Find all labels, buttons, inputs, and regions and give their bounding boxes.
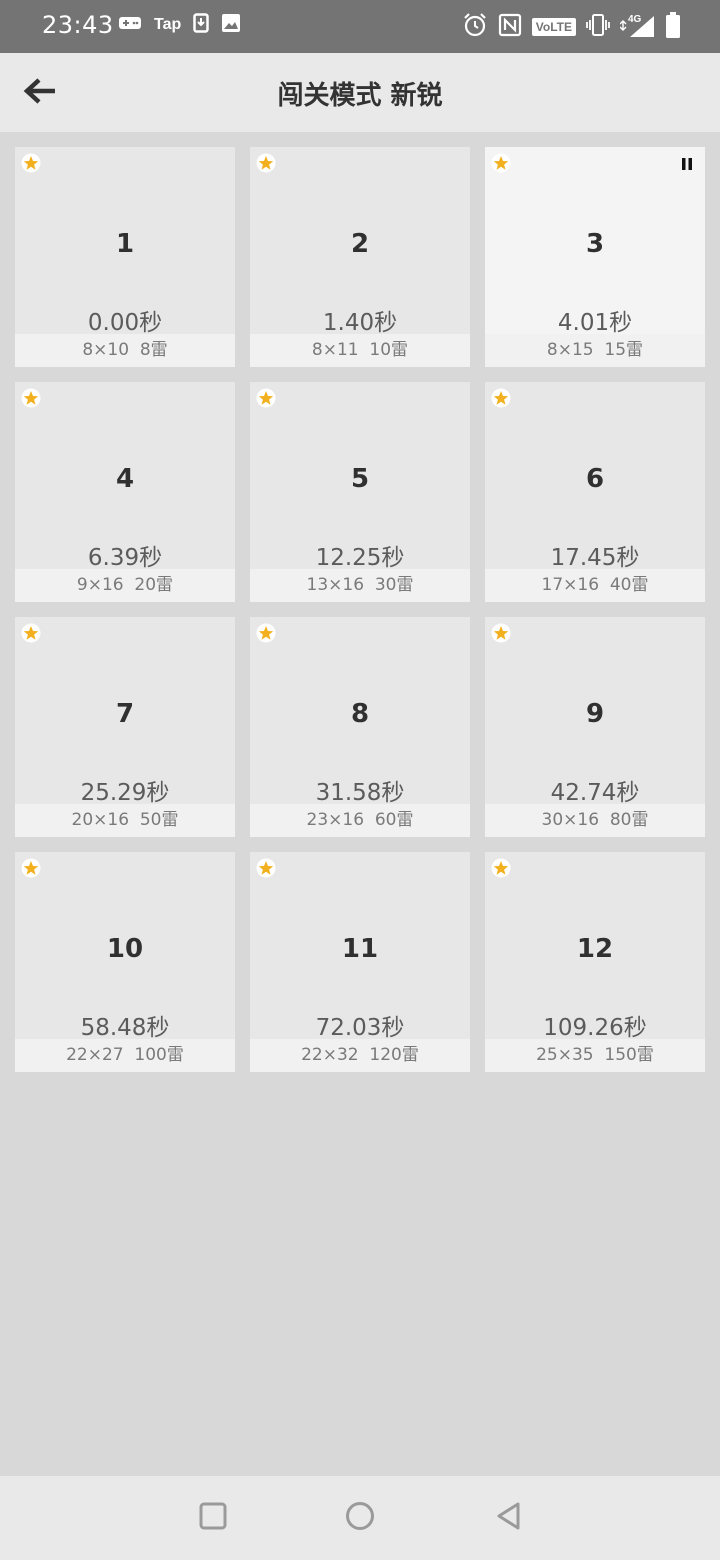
star-icon [491, 153, 511, 173]
level-number: 1 [115, 229, 135, 259]
recents-button[interactable] [195, 1500, 231, 1536]
nav-back-button[interactable] [490, 1500, 526, 1536]
level-board-info: 17×16 40雷 [485, 569, 705, 602]
level-best-time: 25.29秒 [80, 780, 170, 806]
level-card-2[interactable]: 2 1.40秒 8×11 10雷 [250, 147, 470, 367]
star-icon [256, 388, 276, 408]
level-card-5[interactable]: 5 12.25秒 13×16 30雷 [250, 382, 470, 602]
image-icon [221, 13, 241, 37]
status-notification-icons: Tap [118, 13, 241, 37]
status-system-icons: VoLTE 4G [462, 12, 680, 42]
level-board-info: 30×16 80雷 [485, 804, 705, 837]
level-number: 6 [585, 464, 605, 494]
level-board-info: 20×16 50雷 [15, 804, 235, 837]
tap-icon: Tap [154, 16, 182, 33]
svg-text:4G: 4G [628, 14, 642, 25]
home-circle-icon [345, 1501, 375, 1535]
level-board-info: 22×27 100雷 [15, 1039, 235, 1072]
level-card-3[interactable]: 3 4.01秒 8×15 15雷 [485, 147, 705, 367]
star-icon [256, 623, 276, 643]
level-card-7[interactable]: 7 25.29秒 20×16 50雷 [15, 617, 235, 837]
level-best-time: 31.58秒 [315, 780, 405, 806]
level-board-info: 8×10 8雷 [15, 334, 235, 367]
level-number: 5 [350, 464, 370, 494]
star-icon [21, 388, 41, 408]
level-number: 11 [341, 934, 379, 964]
level-best-time: 17.45秒 [550, 545, 640, 571]
level-card-8[interactable]: 8 31.58秒 23×16 60雷 [250, 617, 470, 837]
volte-icon: VoLTE [531, 18, 576, 36]
level-card-10[interactable]: 10 58.48秒 22×27 100雷 [15, 852, 235, 1072]
level-card-4[interactable]: 4 6.39秒 9×16 20雷 [15, 382, 235, 602]
star-icon [491, 858, 511, 878]
status-time: 23:43 [42, 11, 114, 39]
gamepad-icon [118, 15, 142, 35]
nfc-icon [498, 13, 522, 41]
alarm-icon [462, 12, 488, 42]
page-title: 闯关模式 新锐 [277, 81, 443, 111]
level-best-time: 58.48秒 [80, 1015, 170, 1041]
star-icon [21, 858, 41, 878]
home-button[interactable] [342, 1500, 378, 1536]
level-number: 12 [576, 934, 614, 964]
battery-icon [666, 12, 680, 42]
level-card-6[interactable]: 6 17.45秒 17×16 40雷 [485, 382, 705, 602]
level-best-time: 0.00秒 [87, 310, 163, 336]
recents-square-icon [199, 1502, 227, 1534]
level-number: 7 [115, 699, 135, 729]
star-icon [491, 623, 511, 643]
level-card-12[interactable]: 12 109.26秒 25×35 150雷 [485, 852, 705, 1072]
star-icon [256, 153, 276, 173]
vibrate-icon [586, 13, 610, 41]
level-number: 4 [115, 464, 135, 494]
level-card-1[interactable]: 1 0.00秒 8×10 8雷 [15, 147, 235, 367]
signal-4g-icon: 4G [619, 12, 656, 42]
star-icon [256, 858, 276, 878]
level-card-11[interactable]: 11 72.03秒 22×32 120雷 [250, 852, 470, 1072]
level-board-info: 22×32 120雷 [250, 1039, 470, 1072]
download-icon [193, 13, 210, 37]
level-board-info: 13×16 30雷 [250, 569, 470, 602]
star-icon [21, 153, 41, 173]
pause-icon [682, 158, 692, 170]
star-icon [491, 388, 511, 408]
level-best-time: 1.40秒 [322, 310, 398, 336]
level-best-time: 4.01秒 [557, 310, 633, 336]
level-board-info: 9×16 20雷 [15, 569, 235, 602]
system-nav-bar [0, 1476, 720, 1560]
level-best-time: 42.74秒 [550, 780, 640, 806]
level-best-time: 72.03秒 [315, 1015, 405, 1041]
level-board-info: 23×16 60雷 [250, 804, 470, 837]
level-best-time: 109.26秒 [543, 1015, 647, 1041]
level-board-info: 8×11 10雷 [250, 334, 470, 367]
level-number: 8 [350, 699, 370, 729]
level-number: 9 [585, 699, 605, 729]
level-number: 2 [350, 229, 370, 259]
app-bar: 闯关模式 新锐 [0, 53, 720, 132]
level-best-time: 6.39秒 [87, 545, 163, 571]
level-number: 3 [585, 229, 605, 259]
star-icon [21, 623, 41, 643]
level-board-info: 8×15 15雷 [485, 334, 705, 367]
level-card-9[interactable]: 9 42.74秒 30×16 80雷 [485, 617, 705, 837]
level-grid: 1 0.00秒 8×10 8雷 2 1.40秒 8×11 10雷 3 4.01秒… [15, 147, 705, 1072]
level-board-info: 25×35 150雷 [485, 1039, 705, 1072]
level-best-time: 12.25秒 [315, 545, 405, 571]
back-triangle-icon [494, 1501, 522, 1535]
level-number: 10 [106, 934, 144, 964]
status-bar: 23:43 Tap VoLTE 4G [0, 0, 720, 53]
